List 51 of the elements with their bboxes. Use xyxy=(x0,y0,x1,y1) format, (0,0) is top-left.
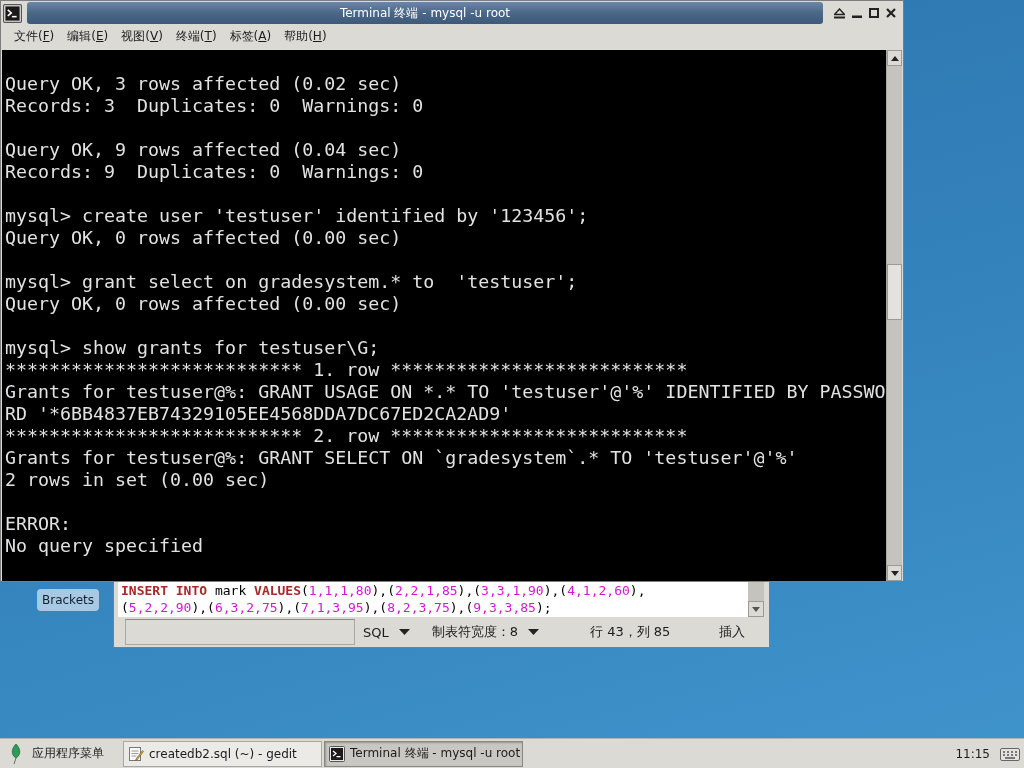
terminal-icon xyxy=(3,3,22,23)
taskbar-button[interactable]: Terminal 终端 - mysql -u root xyxy=(324,740,523,767)
app-menu-button[interactable]: 应用程序菜单 xyxy=(6,741,122,766)
desktop-icon-label[interactable]: Brackets xyxy=(37,589,99,611)
caret-icon xyxy=(528,629,539,635)
maximize-icon[interactable] xyxy=(869,8,879,18)
window-title: Terminal 终端 - mysql -u root xyxy=(339,4,511,22)
caret-icon xyxy=(398,629,410,635)
clock: 11:15 xyxy=(955,746,990,761)
terminal-line: Query OK, 3 rows affected (0.02 sec) xyxy=(5,73,402,95)
terminal-line: Query OK, 9 rows affected (0.04 sec) xyxy=(5,139,402,161)
taskbar-button[interactable]: createdb2.sql (~) - gedit xyxy=(123,740,322,767)
menu-item[interactable]: 标签(A) xyxy=(223,26,278,47)
code-line: INSERT INTO mark VALUES(1,1,1,80),(2,2,1,85),(3,3,1,90),(4,1,2,60), xyxy=(121,582,646,599)
terminal-line: Query OK, 0 rows affected (0.00 sec) xyxy=(5,293,402,315)
document-pencil-icon xyxy=(128,745,144,762)
terminal-line: *************************** 1. row *************************** xyxy=(5,359,688,381)
terminal-line: ERROR: xyxy=(5,513,72,535)
scrollbar-thumb[interactable] xyxy=(887,264,902,320)
terminal-line: Grants for testuser@%: GRANT USAGE ON *.* TO 'testuser'@'%' IDENTIFIED BY PASSWO xyxy=(5,381,886,403)
leaf-icon xyxy=(10,743,22,764)
menu-item[interactable]: 终端(T) xyxy=(169,26,223,47)
scrollbar[interactable] xyxy=(886,50,902,581)
terminal-line: Query OK, 0 rows affected (0.00 sec) xyxy=(5,227,402,249)
terminal-line: mysql> show grants for testuser\G; xyxy=(5,337,380,359)
language-dropdown[interactable]: SQL xyxy=(359,622,414,642)
down-arrow-icon[interactable] xyxy=(752,606,760,612)
terminal-line: mysql> create user 'testuser' identified by '123456'; xyxy=(5,205,589,227)
insert-mode: 插入 xyxy=(719,623,745,641)
terminal-line: 2 rows in set (0.00 sec) xyxy=(5,469,270,491)
close-icon[interactable] xyxy=(886,8,896,18)
cursor-position: 行 43，列 85 xyxy=(590,623,671,641)
terminal-line: No query specified xyxy=(5,535,204,557)
terminal-line: Records: 3 Duplicates: 0 Warnings: 0 xyxy=(5,95,424,117)
down-arrow-icon[interactable] xyxy=(890,570,899,576)
terminal-line: Grants for testuser@%: GRANT SELECT ON `gradesystem`.* TO 'testuser'@'%' xyxy=(5,447,798,469)
terminal-line: RD '*6BB4837EB74329105EE4568DDA7DC67ED2CA2AD9' xyxy=(5,403,512,425)
code-editor[interactable]: INSERT INTO mark VALUES(1,1,1,80),(2,2,1,85),(3,3,1,90),(4,1,2,60), (5,2,2,90),(6,3,2,75),(7,1,3,95),(8,2,3,75),(9,3,3,85); xyxy=(118,582,748,617)
code-line: (5,2,2,90),(6,3,2,75),(7,1,3,95),(8,2,3,75),(9,3,3,85); xyxy=(121,599,552,616)
terminal-line: Records: 9 Duplicates: 0 Warnings: 0 xyxy=(5,161,424,183)
tab-width-dropdown[interactable]: 制表符宽度：8 xyxy=(427,621,543,643)
eject-icon[interactable] xyxy=(834,7,845,19)
up-arrow-icon[interactable] xyxy=(890,55,899,61)
terminal-icon xyxy=(329,745,345,762)
terminal-line: mysql> grant select on gradesystem.* to 'testuser'; xyxy=(5,271,578,293)
menu-item[interactable]: 视图(V) xyxy=(115,26,169,47)
menu-item[interactable]: 文件(F) xyxy=(8,26,61,47)
menu-item[interactable]: 帮助(H) xyxy=(278,26,333,47)
terminal-line: *************************** 2. row *************************** xyxy=(5,425,688,447)
scrollbar[interactable] xyxy=(748,582,764,617)
menu-item[interactable]: 编辑(E) xyxy=(61,26,115,47)
